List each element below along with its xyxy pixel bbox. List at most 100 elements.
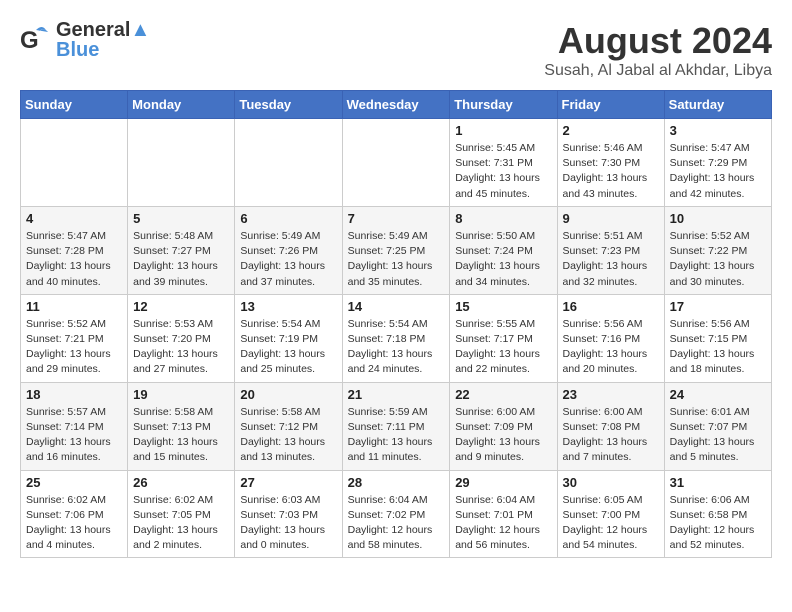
title-block: August 2024 Susah, Al Jabal al Akhdar, L… <box>544 20 772 80</box>
day-number: 3 <box>670 123 766 138</box>
day-number: 5 <box>133 211 229 226</box>
day-number: 22 <box>455 387 551 402</box>
day-info: Sunrise: 5:47 AM Sunset: 7:28 PM Dayligh… <box>26 229 122 290</box>
day-info: Sunrise: 6:02 AM Sunset: 7:06 PM Dayligh… <box>26 493 122 554</box>
calendar-cell: 10 Sunrise: 5:52 AM Sunset: 7:22 PM Dayli… <box>664 206 771 294</box>
day-number: 23 <box>563 387 659 402</box>
calendar-cell: 21 Sunrise: 5:59 AM Sunset: 7:11 PM Dayli… <box>342 382 450 470</box>
day-info: Sunrise: 5:58 AM Sunset: 7:13 PM Dayligh… <box>133 405 229 466</box>
day-header-monday: Monday <box>128 91 235 119</box>
calendar-cell <box>21 119 128 207</box>
day-number: 26 <box>133 475 229 490</box>
calendar-cell: 2 Sunrise: 5:46 AM Sunset: 7:30 PM Daylig… <box>557 119 664 207</box>
day-info: Sunrise: 6:06 AM Sunset: 6:58 PM Dayligh… <box>670 493 766 554</box>
day-info: Sunrise: 5:55 AM Sunset: 7:17 PM Dayligh… <box>455 317 551 378</box>
day-info: Sunrise: 5:46 AM Sunset: 7:30 PM Dayligh… <box>563 141 659 202</box>
day-number: 13 <box>240 299 336 314</box>
calendar-cell <box>128 119 235 207</box>
calendar-cell: 3 Sunrise: 5:47 AM Sunset: 7:29 PM Daylig… <box>664 119 771 207</box>
day-number: 18 <box>26 387 122 402</box>
day-header-thursday: Thursday <box>450 91 557 119</box>
day-info: Sunrise: 5:59 AM Sunset: 7:11 PM Dayligh… <box>348 405 445 466</box>
page-header: G General▲ Blue August 2024 Susah, Al Ja… <box>20 20 772 80</box>
calendar-week-3: 11Sunrise: 5:52 AM Sunset: 7:21 PM Dayli… <box>21 294 772 382</box>
day-info: Sunrise: 5:50 AM Sunset: 7:24 PM Dayligh… <box>455 229 551 290</box>
day-number: 20 <box>240 387 336 402</box>
day-info: Sunrise: 5:57 AM Sunset: 7:14 PM Dayligh… <box>26 405 122 466</box>
day-number: 10 <box>670 211 766 226</box>
calendar-cell: 17 Sunrise: 5:56 AM Sunset: 7:15 PM Dayli… <box>664 294 771 382</box>
day-info: Sunrise: 5:56 AM Sunset: 7:15 PM Dayligh… <box>670 317 766 378</box>
day-header-wednesday: Wednesday <box>342 91 450 119</box>
day-number: 1 <box>455 123 551 138</box>
calendar-header-row: SundayMondayTuesdayWednesdayThursdayFrid… <box>21 91 772 119</box>
calendar-cell: 4 Sunrise: 5:47 AM Sunset: 7:28 PM Daylig… <box>21 206 128 294</box>
day-header-tuesday: Tuesday <box>235 91 342 119</box>
day-info: Sunrise: 5:49 AM Sunset: 7:25 PM Dayligh… <box>348 229 445 290</box>
day-header-saturday: Saturday <box>664 91 771 119</box>
day-info: Sunrise: 5:52 AM Sunset: 7:22 PM Dayligh… <box>670 229 766 290</box>
day-info: Sunrise: 5:51 AM Sunset: 7:23 PM Dayligh… <box>563 229 659 290</box>
day-number: 24 <box>670 387 766 402</box>
calendar-cell: 7 Sunrise: 5:49 AM Sunset: 7:25 PM Daylig… <box>342 206 450 294</box>
calendar-cell: 29Sunrise: 6:04 AM Sunset: 7:01 PM Dayli… <box>450 470 557 558</box>
day-number: 28 <box>348 475 445 490</box>
calendar-cell <box>235 119 342 207</box>
day-info: Sunrise: 6:03 AM Sunset: 7:03 PM Dayligh… <box>240 493 336 554</box>
day-info: Sunrise: 5:54 AM Sunset: 7:18 PM Dayligh… <box>348 317 445 378</box>
calendar-cell: 9 Sunrise: 5:51 AM Sunset: 7:23 PM Daylig… <box>557 206 664 294</box>
day-info: Sunrise: 6:00 AM Sunset: 7:08 PM Dayligh… <box>563 405 659 466</box>
calendar-cell: 31 Sunrise: 6:06 AM Sunset: 6:58 PM Dayli… <box>664 470 771 558</box>
day-number: 6 <box>240 211 336 226</box>
day-info: Sunrise: 6:00 AM Sunset: 7:09 PM Dayligh… <box>455 405 551 466</box>
day-number: 14 <box>348 299 445 314</box>
calendar-week-1: 1 Sunrise: 5:45 AM Sunset: 7:31 PM Daylig… <box>21 119 772 207</box>
calendar-week-4: 18 Sunrise: 5:57 AM Sunset: 7:14 PM Dayli… <box>21 382 772 470</box>
day-number: 9 <box>563 211 659 226</box>
calendar-cell: 23 Sunrise: 6:00 AM Sunset: 7:08 PM Dayli… <box>557 382 664 470</box>
calendar-week-5: 25 Sunrise: 6:02 AM Sunset: 7:06 PM Dayli… <box>21 470 772 558</box>
day-info: Sunrise: 5:48 AM Sunset: 7:27 PM Dayligh… <box>133 229 229 290</box>
day-number: 17 <box>670 299 766 314</box>
calendar-week-2: 4 Sunrise: 5:47 AM Sunset: 7:28 PM Daylig… <box>21 206 772 294</box>
calendar-cell: 15 Sunrise: 5:55 AM Sunset: 7:17 PM Dayli… <box>450 294 557 382</box>
calendar-cell: 19Sunrise: 5:58 AM Sunset: 7:13 PM Dayli… <box>128 382 235 470</box>
day-number: 16 <box>563 299 659 314</box>
day-number: 8 <box>455 211 551 226</box>
day-number: 2 <box>563 123 659 138</box>
day-info: Sunrise: 5:49 AM Sunset: 7:26 PM Dayligh… <box>240 229 336 290</box>
calendar-cell: 30 Sunrise: 6:05 AM Sunset: 7:00 PM Dayli… <box>557 470 664 558</box>
day-info: Sunrise: 5:52 AM Sunset: 7:21 PM Dayligh… <box>26 317 122 378</box>
day-header-friday: Friday <box>557 91 664 119</box>
calendar-cell: 20 Sunrise: 5:58 AM Sunset: 7:12 PM Dayli… <box>235 382 342 470</box>
calendar-cell: 26Sunrise: 6:02 AM Sunset: 7:05 PM Dayli… <box>128 470 235 558</box>
day-info: Sunrise: 5:45 AM Sunset: 7:31 PM Dayligh… <box>455 141 551 202</box>
calendar-cell: 8 Sunrise: 5:50 AM Sunset: 7:24 PM Daylig… <box>450 206 557 294</box>
day-info: Sunrise: 6:04 AM Sunset: 7:01 PM Dayligh… <box>455 493 551 554</box>
day-number: 30 <box>563 475 659 490</box>
calendar-cell: 12Sunrise: 5:53 AM Sunset: 7:20 PM Dayli… <box>128 294 235 382</box>
calendar-cell: 24Sunrise: 6:01 AM Sunset: 7:07 PM Dayli… <box>664 382 771 470</box>
calendar-cell: 1 Sunrise: 5:45 AM Sunset: 7:31 PM Daylig… <box>450 119 557 207</box>
day-info: Sunrise: 5:47 AM Sunset: 7:29 PM Dayligh… <box>670 141 766 202</box>
day-number: 15 <box>455 299 551 314</box>
calendar-cell: 25 Sunrise: 6:02 AM Sunset: 7:06 PM Dayli… <box>21 470 128 558</box>
day-number: 12 <box>133 299 229 314</box>
day-number: 4 <box>26 211 122 226</box>
calendar-cell: 11Sunrise: 5:52 AM Sunset: 7:21 PM Dayli… <box>21 294 128 382</box>
logo-text-blue: Blue <box>56 40 150 60</box>
calendar-cell: 27Sunrise: 6:03 AM Sunset: 7:03 PM Dayli… <box>235 470 342 558</box>
day-number: 21 <box>348 387 445 402</box>
calendar-cell: 14 Sunrise: 5:54 AM Sunset: 7:18 PM Dayli… <box>342 294 450 382</box>
day-number: 7 <box>348 211 445 226</box>
day-number: 31 <box>670 475 766 490</box>
calendar-cell: 5 Sunrise: 5:48 AM Sunset: 7:27 PM Daylig… <box>128 206 235 294</box>
day-info: Sunrise: 5:58 AM Sunset: 7:12 PM Dayligh… <box>240 405 336 466</box>
calendar-table: SundayMondayTuesdayWednesdayThursdayFrid… <box>20 90 772 558</box>
svg-text:G: G <box>20 27 39 54</box>
logo-text-general: General <box>56 19 130 41</box>
day-info: Sunrise: 6:04 AM Sunset: 7:02 PM Dayligh… <box>348 493 445 554</box>
day-info: Sunrise: 6:05 AM Sunset: 7:00 PM Dayligh… <box>563 493 659 554</box>
calendar-cell: 16Sunrise: 5:56 AM Sunset: 7:16 PM Dayli… <box>557 294 664 382</box>
day-number: 25 <box>26 475 122 490</box>
